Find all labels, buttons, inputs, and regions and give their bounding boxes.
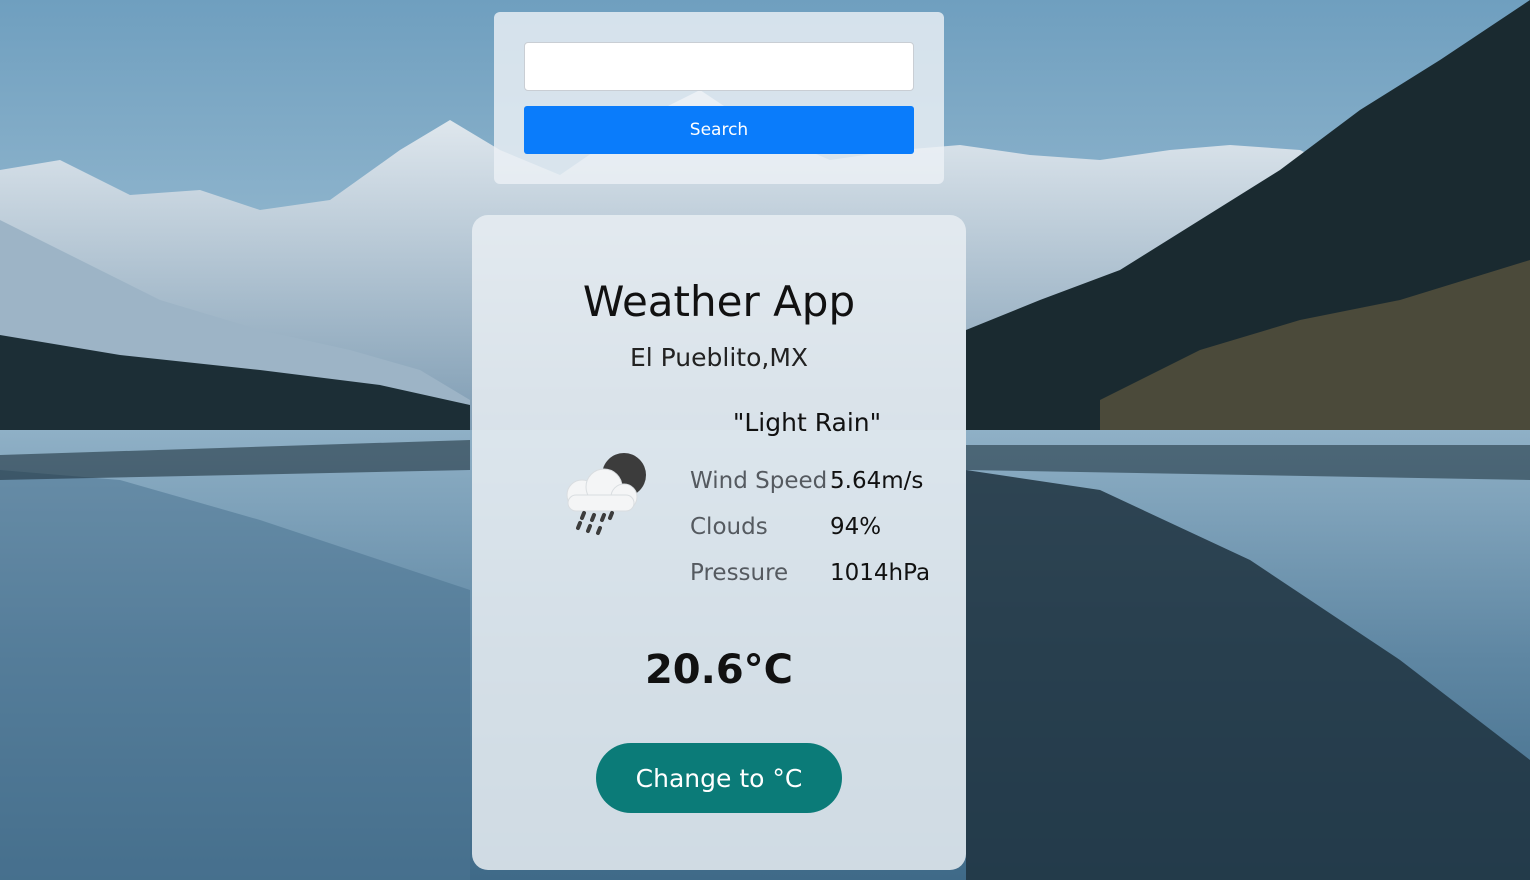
location-label: El Pueblito,MX xyxy=(629,343,809,372)
app-title: Weather App xyxy=(582,277,856,326)
weather-condition: "Light Rain" xyxy=(732,408,882,437)
clouds-label: Clouds xyxy=(690,514,768,540)
search-panel: Search xyxy=(494,12,944,184)
wind-speed-label: Wind Speed xyxy=(690,468,828,494)
unit-toggle-button[interactable]: Change to °C xyxy=(596,743,842,813)
temperature-value: 20.6°C xyxy=(644,647,794,693)
pressure-value: 1014hPa xyxy=(830,560,931,586)
clouds-value: 94% xyxy=(830,514,882,540)
pressure-label: Pressure xyxy=(690,560,789,586)
search-input[interactable] xyxy=(524,42,914,91)
weather-card: Weather App El Pueblito,MX "Light Rain" xyxy=(472,215,966,870)
search-button[interactable]: Search xyxy=(524,106,914,154)
wind-speed-value: 5.64m/s xyxy=(830,468,924,494)
stat-row-clouds: Clouds 94% xyxy=(690,514,950,546)
rain-cloud-moon-icon xyxy=(554,451,654,545)
stat-row-pressure: Pressure 1014hPa xyxy=(690,560,950,592)
stat-row-wind-speed: Wind Speed 5.64m/s xyxy=(690,468,950,500)
